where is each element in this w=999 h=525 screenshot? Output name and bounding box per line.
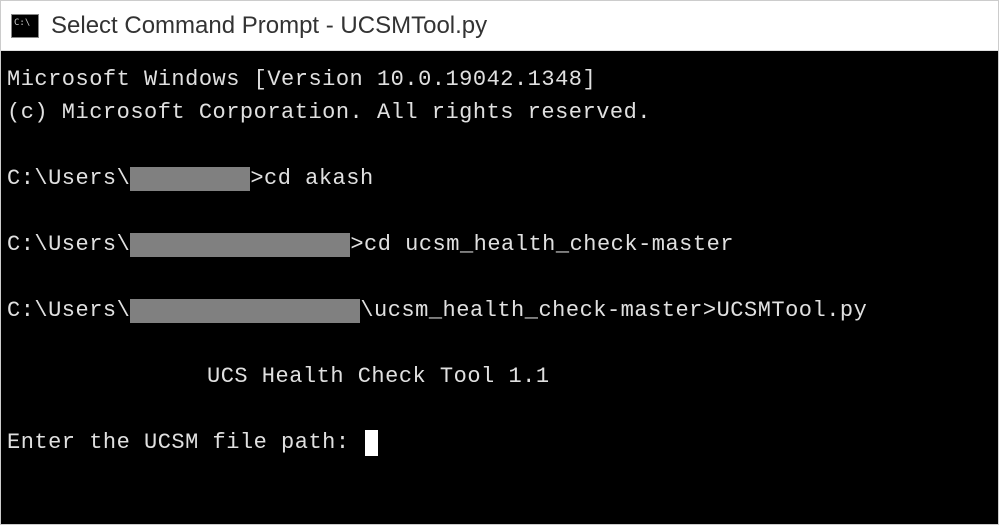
os-version-line: Microsoft Windows [Version 10.0.19042.13… bbox=[7, 63, 992, 96]
input-prompt-line[interactable]: Enter the UCSM file path: bbox=[7, 426, 992, 459]
input-prompt-label: Enter the UCSM file path: bbox=[7, 426, 363, 459]
redacted-path bbox=[130, 233, 350, 257]
blank-line bbox=[7, 129, 992, 162]
command-prompt-window: Select Command Prompt - UCSMTool.py Micr… bbox=[0, 0, 999, 525]
terminal-area[interactable]: Microsoft Windows [Version 10.0.19042.13… bbox=[1, 51, 998, 524]
redacted-username bbox=[130, 167, 250, 191]
tool-banner: UCS Health Check Tool 1.1 bbox=[7, 360, 992, 393]
prompt-line-3: C:\Users\\ucsm_health_check-master>UCSMT… bbox=[7, 294, 992, 327]
window-title: Select Command Prompt - UCSMTool.py bbox=[51, 12, 487, 40]
blank-line bbox=[7, 327, 992, 360]
prompt-line-1: C:\Users\>cd akash bbox=[7, 162, 992, 195]
blank-line bbox=[7, 393, 992, 426]
cmd-icon bbox=[11, 14, 39, 38]
redacted-path bbox=[130, 299, 360, 323]
copyright-line: (c) Microsoft Corporation. All rights re… bbox=[7, 96, 992, 129]
blank-line bbox=[7, 261, 992, 294]
titlebar[interactable]: Select Command Prompt - UCSMTool.py bbox=[1, 1, 998, 51]
blank-line bbox=[7, 195, 992, 228]
prompt-line-2: C:\Users\>cd ucsm_health_check-master bbox=[7, 228, 992, 261]
cursor-icon bbox=[365, 430, 378, 456]
